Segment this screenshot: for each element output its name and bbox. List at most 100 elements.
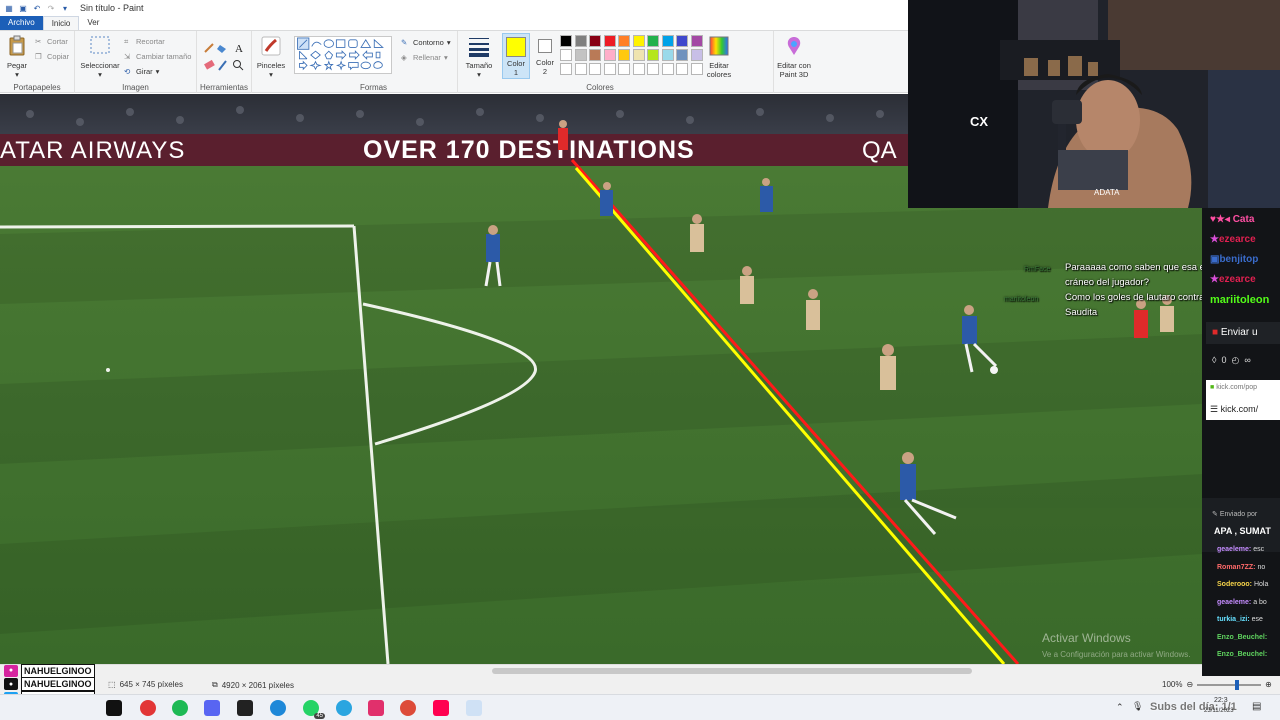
palette-swatch[interactable] xyxy=(574,49,587,61)
empty-palette-swatch[interactable] xyxy=(574,63,587,75)
color2-button[interactable]: Color 2 xyxy=(532,33,558,76)
tab-inicio[interactable]: Inicio xyxy=(42,16,80,30)
tiktok-app-icon[interactable] xyxy=(106,700,122,716)
edge-icon[interactable] xyxy=(270,700,286,716)
palette-swatch[interactable] xyxy=(690,49,703,61)
empty-palette-swatch[interactable] xyxy=(676,63,688,75)
paint-taskbar-icon[interactable] xyxy=(466,700,482,716)
palette-swatch[interactable] xyxy=(589,49,601,61)
edit-paint3d-button[interactable]: Editar con Paint 3D xyxy=(768,35,820,79)
palette-swatch[interactable] xyxy=(632,35,645,47)
chat-username: Enzo_Beuchel: xyxy=(1217,633,1268,641)
empty-palette-swatch[interactable] xyxy=(647,63,659,75)
zoom-in-icon[interactable]: ⊕ xyxy=(1265,680,1272,689)
chat-counter: 0 xyxy=(1221,355,1227,365)
color1-button[interactable]: Color 1 xyxy=(502,33,530,79)
zoom-out-icon[interactable]: ⊖ xyxy=(1186,680,1193,689)
empty-palette-swatch[interactable] xyxy=(632,63,645,75)
cut-button[interactable]: ✂ Cortar xyxy=(35,37,68,46)
palette-swatch[interactable] xyxy=(560,49,572,61)
select-button[interactable]: Seleccionar ▾ xyxy=(79,35,121,79)
record-app-icon[interactable] xyxy=(140,700,156,716)
zoom-slider[interactable] xyxy=(1197,679,1262,690)
microphone-icon[interactable]: 🎙 xyxy=(1132,701,1143,712)
palette-swatch[interactable] xyxy=(647,49,659,61)
tiktok-live-icon[interactable] xyxy=(433,700,449,716)
clock-time[interactable]: 22:3 xyxy=(1214,697,1228,704)
whatsapp-icon[interactable]: 45 xyxy=(303,700,325,719)
chat-top-user-3: ▣benjitop xyxy=(1210,254,1258,265)
palette-swatch[interactable] xyxy=(661,35,674,47)
undo-icon[interactable]: ↶ xyxy=(32,3,42,13)
palette-swatch[interactable] xyxy=(618,49,630,61)
selection-icon-small: ⬚ xyxy=(108,680,116,689)
scrollbar-thumb[interactable] xyxy=(492,668,972,674)
palette-swatch[interactable] xyxy=(574,35,587,47)
palette-swatch[interactable] xyxy=(690,35,703,47)
notification-icon[interactable]: ▤ xyxy=(1252,701,1261,712)
messenger-icon[interactable] xyxy=(336,700,352,716)
size-button[interactable]: Tamaño ▾ xyxy=(462,35,496,79)
edit-colors-button[interactable]: Editar colores xyxy=(704,35,734,79)
pencil-icon[interactable] xyxy=(204,43,214,53)
badge-icon: ★ xyxy=(1210,234,1219,245)
palette-swatch[interactable] xyxy=(661,49,674,61)
empty-palette-swatch[interactable] xyxy=(661,63,674,75)
text-icon[interactable]: A xyxy=(235,43,243,55)
link-1: kick.com/pop xyxy=(1216,384,1258,391)
palette-swatch[interactable] xyxy=(603,49,616,61)
empty-palette-swatch[interactable] xyxy=(690,63,703,75)
rotate-button[interactable]: ⟲ Girar ▾ xyxy=(124,67,159,76)
outline-button[interactable]: ✎ Contorno ▾ xyxy=(401,38,451,47)
save-icon[interactable]: ▣ xyxy=(18,3,28,13)
zoom-slider-thumb[interactable] xyxy=(1235,679,1240,690)
chat-message: turkia_izi: ese xyxy=(1217,616,1263,623)
paste-button[interactable]: Pegar ▾ xyxy=(4,35,30,79)
palette-swatch[interactable] xyxy=(676,49,688,61)
palette-swatch[interactable] xyxy=(560,35,572,47)
chat-message: Roman7ZZ: no xyxy=(1217,564,1265,571)
chrome-icon[interactable] xyxy=(400,700,416,716)
horizontal-scrollbar[interactable] xyxy=(0,664,1202,676)
palette-swatch[interactable] xyxy=(603,35,616,47)
tab-ver[interactable]: Ver xyxy=(79,16,107,30)
tiktok-icon: ● xyxy=(4,678,18,690)
send-button[interactable]: ■ Enviar u xyxy=(1206,322,1280,344)
color-picker-icon[interactable] xyxy=(218,60,227,71)
quick-access-dropdown-icon[interactable]: ▾ xyxy=(60,3,70,13)
resize-button[interactable]: ⇲ Cambiar tamaño xyxy=(124,52,191,61)
copy-button[interactable]: ❐ Copiar xyxy=(35,52,69,61)
fill-button[interactable]: ◈ Rellenar ▾ xyxy=(401,53,448,62)
fill-bucket-icon[interactable] xyxy=(217,45,226,53)
tray-chevron-icon[interactable]: ⌃ xyxy=(1116,702,1124,713)
pinned-sent-by: ✎ Enviado por xyxy=(1212,510,1257,518)
clock-date[interactable]: 23/11/2023 xyxy=(1204,708,1234,714)
palette-swatch[interactable] xyxy=(676,35,688,47)
eraser-icon[interactable] xyxy=(204,59,215,70)
pinned-message: ✎ Enviado por APA , SUMAT xyxy=(1202,498,1280,552)
fill-chevron-icon: ▾ xyxy=(443,53,448,62)
select-label: Seleccionar xyxy=(80,61,120,70)
palette-swatch[interactable] xyxy=(589,35,601,47)
palette-swatch[interactable] xyxy=(647,35,659,47)
empty-palette-swatch[interactable] xyxy=(603,63,616,75)
empty-palette-swatch[interactable] xyxy=(589,63,601,75)
palette-swatch[interactable] xyxy=(632,49,645,61)
copy-icon: ❐ xyxy=(35,52,42,61)
capcut-icon[interactable] xyxy=(237,700,253,716)
brushes-button[interactable]: Pinceles ▾ xyxy=(256,35,286,79)
crop-button[interactable]: ⌗ Recortar xyxy=(124,37,165,46)
spotify-icon[interactable] xyxy=(172,700,188,716)
crop-icon: ⌗ xyxy=(124,37,129,46)
redo-icon[interactable]: ↷ xyxy=(46,3,56,13)
empty-palette-swatch[interactable] xyxy=(618,63,630,75)
link-card[interactable]: ■ kick.com/pop ☰ kick.com/ xyxy=(1206,380,1280,420)
palette-swatch[interactable] xyxy=(618,35,630,47)
chat-text: ese xyxy=(1249,616,1263,623)
discord-icon[interactable] xyxy=(204,700,220,716)
instagram-app-icon[interactable] xyxy=(368,700,384,716)
shapes-gallery[interactable] xyxy=(294,36,392,74)
magnifier-icon[interactable] xyxy=(233,60,244,71)
empty-palette-swatch[interactable] xyxy=(560,63,572,75)
tab-archivo[interactable]: Archivo xyxy=(0,16,43,30)
